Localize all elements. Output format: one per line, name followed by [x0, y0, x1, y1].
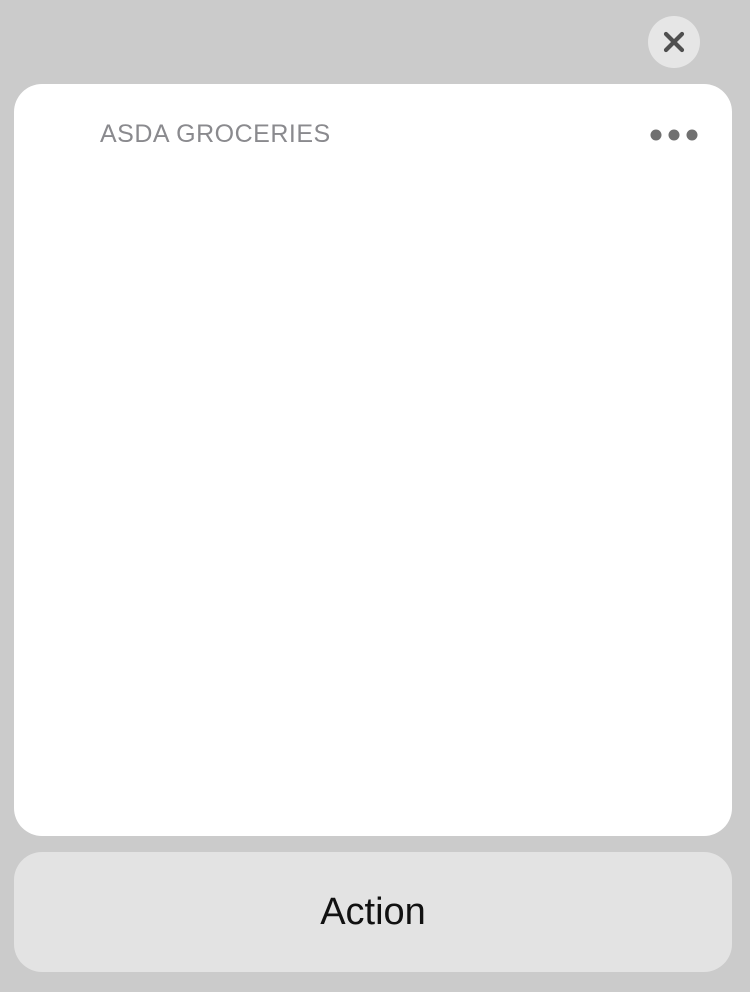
- widget-card: ASDA GROCERIES: [14, 84, 732, 836]
- ellipsis-icon: [650, 129, 698, 141]
- more-options-button[interactable]: [644, 120, 704, 150]
- app-name-label: ASDA GROCERIES: [100, 120, 331, 148]
- close-icon: [663, 31, 685, 53]
- action-button[interactable]: Action: [14, 852, 732, 972]
- close-button[interactable]: [648, 16, 700, 68]
